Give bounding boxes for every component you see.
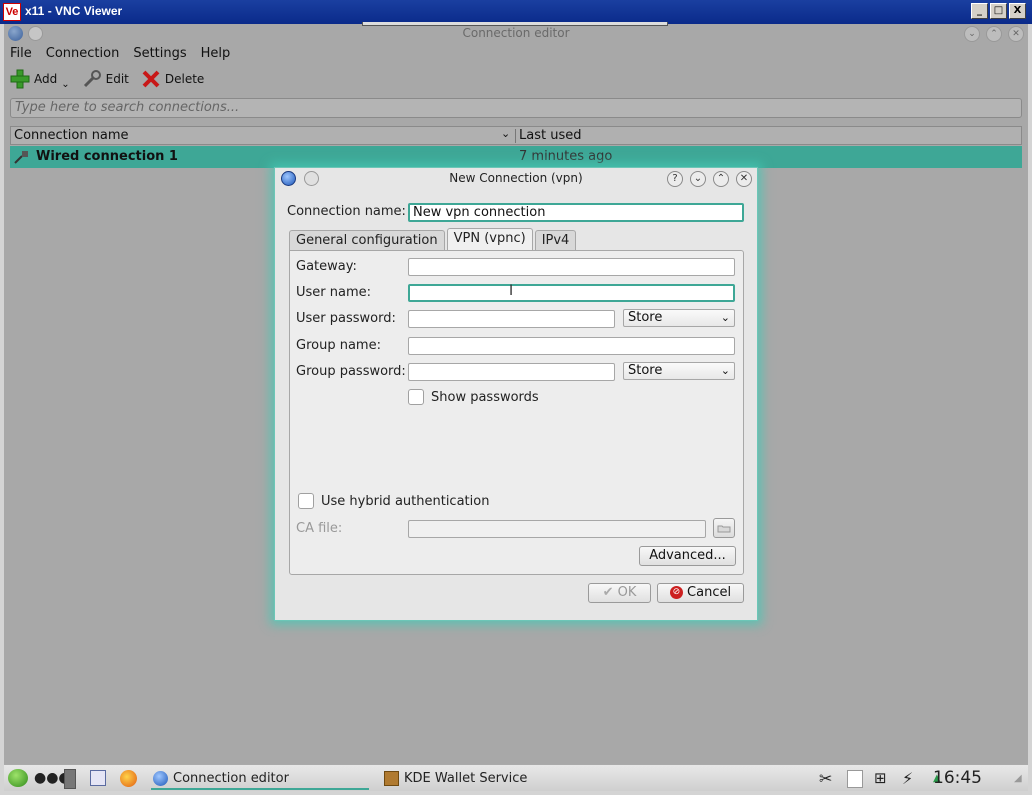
show-passwords-label[interactable]: Show passwords xyxy=(431,390,539,405)
connection-editor-title: Connection editor xyxy=(462,26,570,40)
vnc-minimize-button[interactable]: _ xyxy=(971,3,988,19)
advanced-button[interactable]: Advanced... xyxy=(639,546,736,566)
add-label: Add xyxy=(34,72,58,86)
vnc-close-button[interactable]: X xyxy=(1009,3,1026,19)
delete-button[interactable]: Delete xyxy=(135,67,210,91)
folder-icon xyxy=(713,518,735,538)
maximize-icon[interactable]: ⌃ xyxy=(986,26,1002,42)
chevron-down-icon[interactable]: ⌄ xyxy=(61,79,69,90)
close-icon[interactable]: ✕ xyxy=(736,171,752,187)
new-connection-dialog: New Connection (vpn) ? ⌄ ⌃ ✕ Connection … xyxy=(274,167,758,621)
maximize-icon[interactable]: ⌃ xyxy=(713,171,729,187)
kde-menu-icon[interactable] xyxy=(8,769,28,787)
close-icon[interactable]: ✕ xyxy=(1008,26,1024,42)
file-manager-icon[interactable] xyxy=(90,770,106,786)
minimize-icon[interactable]: ⌄ xyxy=(690,171,706,187)
dialog-titlebar: New Connection (vpn) ? ⌄ ⌃ ✕ xyxy=(275,168,757,190)
ok-label: OK xyxy=(617,585,637,600)
group-name-label: Group name: xyxy=(296,338,381,353)
column-last-used[interactable]: Last used xyxy=(519,128,581,143)
connection-name-cell: Wired connection 1 xyxy=(36,149,178,164)
vnc-maximize-button[interactable]: □ xyxy=(990,3,1007,19)
plus-icon xyxy=(10,69,30,89)
connection-editor-titlebar: Connection editor ⌄ ⌃ ✕ xyxy=(4,22,1028,44)
hybrid-auth-checkbox[interactable] xyxy=(298,493,314,509)
user-name-label: User name: xyxy=(296,285,372,300)
checkmark-icon: ✔ xyxy=(602,585,614,600)
edit-label: Edit xyxy=(105,72,129,86)
gateway-input[interactable] xyxy=(408,258,735,276)
ok-button[interactable]: ✔ OK xyxy=(588,583,651,603)
task-kde-wallet[interactable]: KDE Wallet Service xyxy=(382,767,582,790)
group-password-input[interactable] xyxy=(408,363,615,381)
edit-button[interactable]: Edit xyxy=(76,67,135,91)
add-button[interactable]: Add ⌄ xyxy=(4,67,76,91)
user-password-input[interactable] xyxy=(408,310,615,328)
group-password-storage-value: Store xyxy=(628,363,663,378)
dialog-title: New Connection (vpn) xyxy=(449,171,583,185)
chevron-down-icon: ⌄ xyxy=(720,311,730,324)
globe-icon xyxy=(153,771,168,786)
table-row[interactable]: Wired connection 1 7 minutes ago xyxy=(10,146,1022,168)
menu-file[interactable]: File xyxy=(4,44,38,64)
help-icon[interactable]: ? xyxy=(667,171,683,187)
hybrid-auth-label[interactable]: Use hybrid authentication xyxy=(321,494,489,509)
wired-connection-icon xyxy=(14,150,30,164)
user-password-label: User password: xyxy=(296,311,396,326)
menu-settings[interactable]: Settings xyxy=(127,44,192,64)
gateway-label: Gateway: xyxy=(296,259,357,274)
desktop-pager-icon[interactable] xyxy=(64,769,76,789)
user-name-input[interactable] xyxy=(408,284,735,302)
column-connection-name[interactable]: Connection name xyxy=(14,128,129,143)
group-name-input[interactable] xyxy=(408,337,735,355)
ca-file-input xyxy=(408,520,706,538)
toolbar: Add ⌄ Edit Delete xyxy=(4,66,210,92)
ca-file-label: CA file: xyxy=(296,521,343,536)
user-password-storage-value: Store xyxy=(628,310,663,325)
wrench-icon xyxy=(82,69,102,89)
chevron-down-icon: ⌄ xyxy=(720,364,730,377)
menu-connection[interactable]: Connection xyxy=(40,44,126,64)
connection-name-label: Connection name: xyxy=(287,204,406,219)
task-label: KDE Wallet Service xyxy=(404,771,528,786)
column-separator xyxy=(515,129,516,143)
search-input[interactable]: Type here to search connections... xyxy=(10,98,1022,118)
table-header: Connection name ⌄ Last used xyxy=(10,126,1022,145)
sort-arrow-icon: ⌄ xyxy=(501,127,511,140)
minimize-icon[interactable]: ⌄ xyxy=(964,26,980,42)
clock[interactable]: 16:45 xyxy=(933,768,982,788)
tab-vpn-vpnc[interactable]: VPN (vpnc) xyxy=(446,228,533,250)
desktop-toolbox-icon[interactable]: ◢ xyxy=(1014,765,1022,792)
vnc-logo-icon: Ve xyxy=(3,3,21,21)
cancel-icon: ⊘ xyxy=(669,586,683,599)
wallet-icon xyxy=(384,771,399,786)
vnc-window-title: x11 - VNC Viewer xyxy=(25,4,123,18)
tab-general-configuration[interactable]: General configuration xyxy=(289,230,445,250)
task-connection-editor[interactable]: Connection editor xyxy=(151,767,369,790)
delete-label: Delete xyxy=(164,72,205,86)
task-label: Connection editor xyxy=(173,771,289,786)
taskbar: ●●● Connection editor KDE Wallet Service… xyxy=(4,764,1028,791)
user-password-storage-select[interactable]: Store ⌄ xyxy=(623,309,735,327)
show-passwords-checkbox[interactable] xyxy=(408,389,424,405)
menubar: File Connection Settings Help xyxy=(4,44,238,64)
notes-icon[interactable] xyxy=(847,770,863,788)
text-cursor-icon: I xyxy=(509,283,514,299)
cancel-label: Cancel xyxy=(687,585,732,600)
group-password-label: Group password: xyxy=(296,364,406,379)
devices-icon[interactable]: ⊞ xyxy=(874,765,887,792)
cancel-button[interactable]: ⊘ Cancel xyxy=(657,583,744,603)
group-password-storage-select[interactable]: Store ⌄ xyxy=(623,362,735,380)
connection-name-input[interactable]: New vpn connection xyxy=(408,203,744,222)
delete-icon xyxy=(141,69,161,89)
menu-help[interactable]: Help xyxy=(195,44,237,64)
vnc-titlebar: Ve x11 - VNC Viewer _ □ X xyxy=(0,0,1032,24)
firefox-icon[interactable] xyxy=(120,770,137,787)
network-plug-icon[interactable]: ⚡ xyxy=(902,765,913,792)
tab-ipv4[interactable]: IPv4 xyxy=(534,230,577,250)
last-used-cell: 7 minutes ago xyxy=(519,149,613,164)
tab-bar: General configuration VPN (vpnc) IPv4 xyxy=(289,228,578,250)
clipboard-icon[interactable]: ✂ xyxy=(819,765,832,792)
